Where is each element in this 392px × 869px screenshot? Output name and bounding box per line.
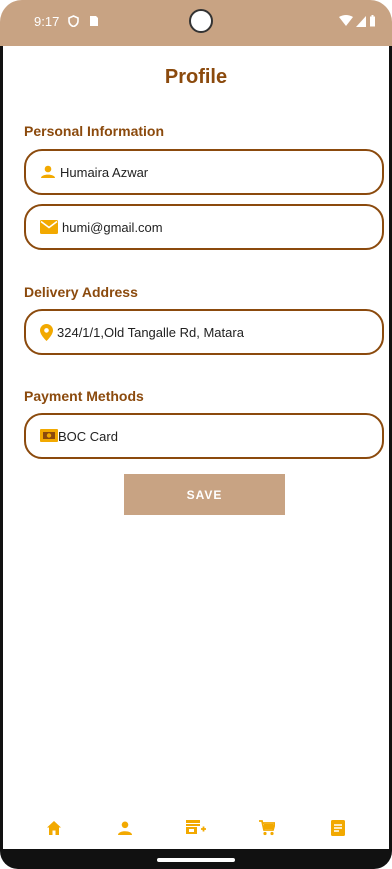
signal-icon: [356, 14, 366, 32]
status-right-icons: [339, 14, 376, 32]
delivery-address-label: Delivery Address: [24, 284, 138, 300]
payment-methods-label: Payment Methods: [24, 388, 144, 404]
personal-information-label: Personal Information: [24, 123, 165, 139]
address-field[interactable]: 324/1/1,Old Tangalle Rd, Matara: [24, 309, 384, 355]
name-field[interactable]: Humaira Azwar: [24, 149, 384, 195]
nav-orders[interactable]: [318, 815, 358, 845]
name-value: Humaira Azwar: [60, 164, 149, 180]
page-title: Profile: [164, 66, 228, 88]
payment-card-icon: [40, 429, 58, 443]
person-icon: [40, 165, 56, 179]
battery-icon: [369, 14, 376, 32]
home-icon: [46, 820, 61, 840]
address-value: 324/1/1,Old Tangalle Rd, Matara: [57, 324, 244, 340]
phone-screen: 9:17 Profile Personal Information Humair…: [0, 0, 392, 869]
front-camera: [189, 9, 213, 33]
payment-method-field[interactable]: BOC Card: [24, 413, 384, 459]
orders-icon: [331, 819, 346, 841]
device-edge-left: [0, 46, 3, 849]
nav-cart[interactable]: [247, 815, 287, 845]
home-gesture-handle[interactable]: [157, 858, 235, 862]
add-store-icon: [185, 819, 206, 841]
vpn-icon: [68, 14, 79, 32]
mail-icon: [40, 220, 58, 234]
save-button[interactable]: SAVE: [124, 474, 285, 515]
nav-home[interactable]: [34, 815, 74, 845]
payment-method-value: BOC Card: [58, 428, 118, 444]
email-field[interactable]: humi@gmail.com: [24, 204, 384, 250]
sim-card-icon: [89, 14, 99, 32]
profile-icon: [117, 821, 132, 840]
email-value: humi@gmail.com: [62, 219, 163, 235]
bottom-navigation: [0, 812, 392, 848]
nav-profile[interactable]: [105, 815, 145, 845]
location-pin-icon: [40, 323, 53, 341]
wifi-icon: [339, 14, 353, 32]
status-bar: 9:17: [0, 0, 392, 46]
status-left-icons: [68, 14, 99, 32]
nav-add-store[interactable]: [176, 815, 216, 845]
cart-icon: [259, 819, 277, 841]
status-time: 9:17: [34, 14, 60, 29]
